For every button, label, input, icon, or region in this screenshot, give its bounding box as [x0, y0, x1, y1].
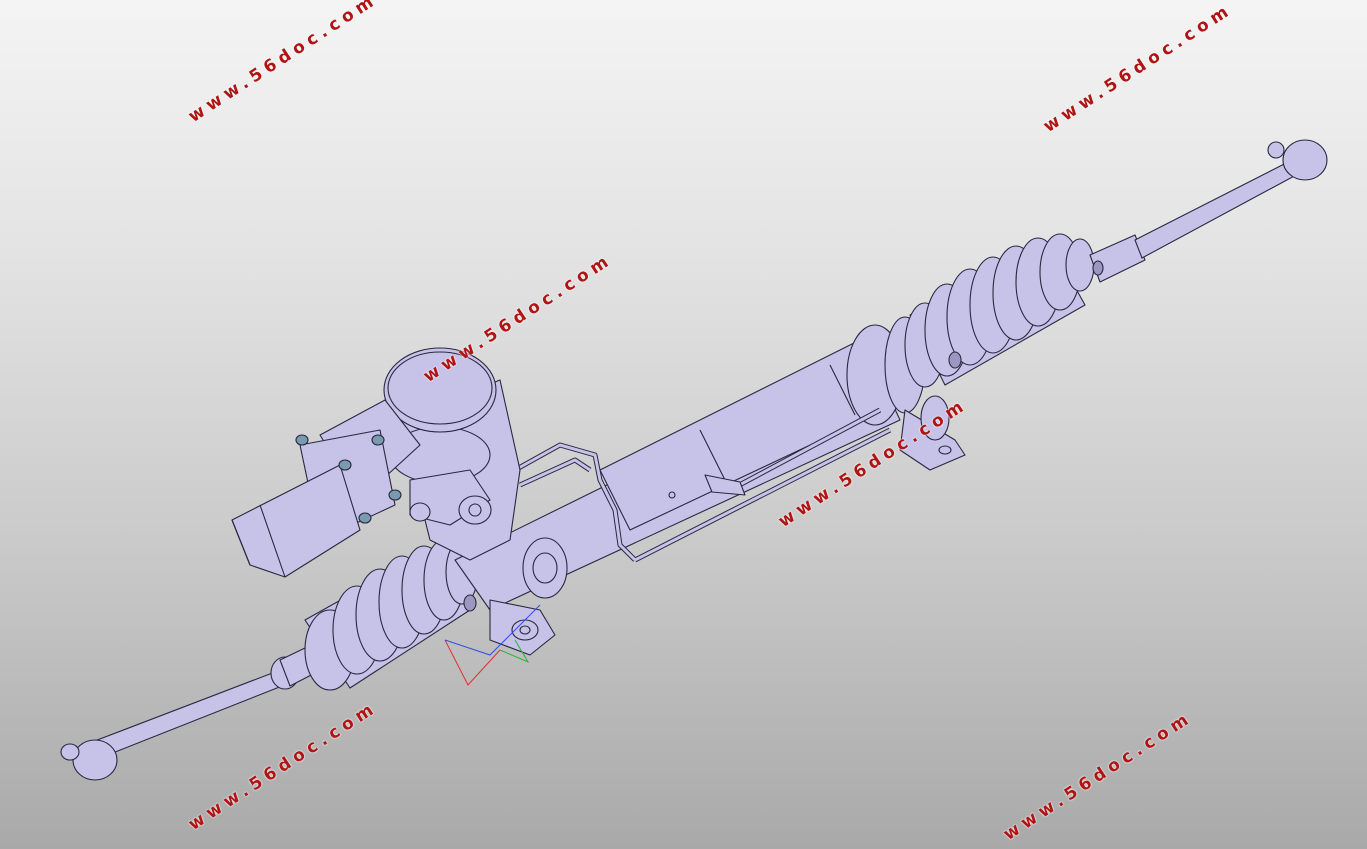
right-tie-rod[interactable]	[1089, 139, 1328, 283]
left-bellows-boot[interactable]	[304, 539, 479, 691]
cad-viewport[interactable]: www.56doc.com www.56doc.com www.56doc.co…	[0, 0, 1367, 849]
right-bellows-boot[interactable]	[904, 233, 1095, 388]
electric-motor[interactable]	[231, 399, 421, 578]
